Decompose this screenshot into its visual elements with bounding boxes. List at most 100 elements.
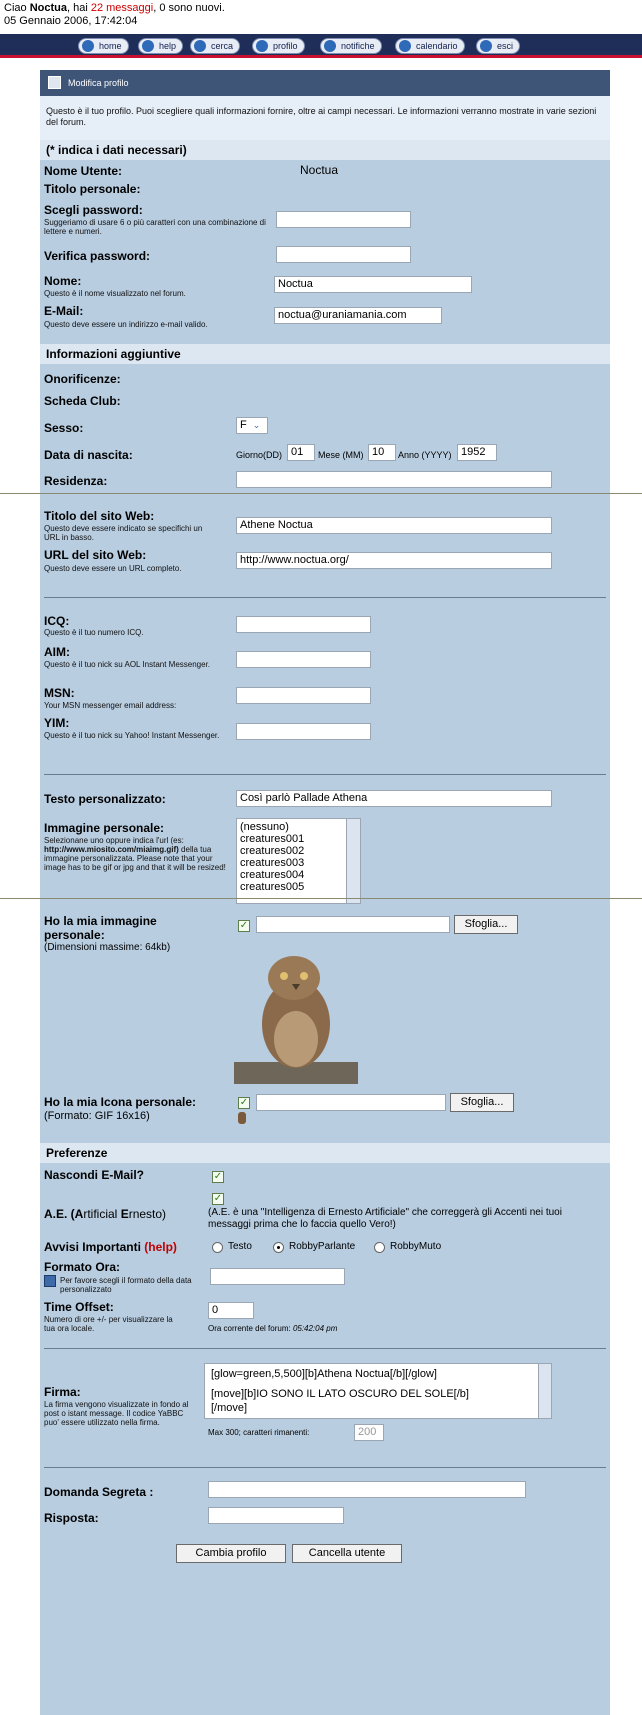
icq-input[interactable] xyxy=(236,616,371,633)
year-input[interactable]: 1952 xyxy=(457,444,497,461)
avatar-option[interactable]: creatures004 xyxy=(240,869,357,881)
own-image-checkbox[interactable]: ✓ xyxy=(238,920,250,932)
verify-password-input[interactable] xyxy=(276,246,411,263)
msn-hint: Your MSN messenger email address: xyxy=(44,701,177,710)
radio-robbyparlante[interactable] xyxy=(273,1242,284,1253)
site-url-hint: Questo deve essere un URL completo. xyxy=(44,564,182,573)
username-label: Nome Utente: xyxy=(44,164,123,178)
nav-label: notifiche xyxy=(341,41,375,51)
browse-icon-button[interactable]: Sfoglia... xyxy=(450,1093,514,1112)
max-chars-label: Max 300; caratteri rimanenti: xyxy=(208,1428,310,1437)
avatar-option[interactable]: creatures003 xyxy=(240,857,357,869)
nav-profile-button[interactable]: profilo xyxy=(252,38,305,54)
separator xyxy=(44,1348,606,1349)
signature-line: [move][b]IO SONO IL LATO OSCURO DEL SOLE… xyxy=(211,1388,469,1400)
panel-title: Modifica profilo xyxy=(68,78,129,88)
greeting-line: Ciao Noctua, hai 22 messaggi, 0 sono nuo… xyxy=(0,2,642,28)
forum-time: Ora corrente del forum: 05:42:04 pm xyxy=(208,1324,337,1333)
profile-edit-icon xyxy=(48,76,61,89)
nav-bar: home help cerca profilo notifiche calend… xyxy=(0,34,642,58)
nav-label: home xyxy=(99,41,122,51)
answer-input[interactable] xyxy=(208,1507,344,1524)
name-input[interactable]: Noctua xyxy=(274,276,472,293)
avatar-hint: Selezionane uno oppure indica l'url (es:… xyxy=(44,836,229,872)
yim-input[interactable] xyxy=(236,723,371,740)
signature-scrollbar[interactable] xyxy=(538,1364,551,1418)
logout-icon xyxy=(480,40,492,52)
owl-small-icon xyxy=(238,1112,246,1124)
alerts-label-text: Avvisi Importanti xyxy=(44,1240,141,1254)
signature-textarea[interactable]: [glow=green,5,500][b]Athena Noctua[/b][/… xyxy=(204,1363,552,1419)
sex-select[interactable]: F ⌄ xyxy=(236,417,268,434)
datetime: 05 Gennaio 2006, 17:42:04 xyxy=(4,15,138,27)
calendar-icon xyxy=(399,40,411,52)
birth-label: Data di nascita: xyxy=(44,448,133,462)
nav-label: cerca xyxy=(211,41,234,51)
radio-testo-label: Testo xyxy=(228,1241,252,1252)
messages-link[interactable]: 22 messaggi xyxy=(91,2,153,14)
site-url-input[interactable]: http://www.noctua.org/ xyxy=(236,552,552,569)
email-input[interactable]: noctua@uraniamania.com xyxy=(274,307,442,324)
nav-help-button[interactable]: help xyxy=(138,38,184,54)
time-format-input[interactable] xyxy=(210,1268,345,1285)
delete-user-button[interactable]: Cancella utente xyxy=(292,1544,402,1563)
avatar-hint-url: http://www.miosito.com/miaimg.gif) xyxy=(44,845,179,854)
secret-question-label: Domanda Segreta : xyxy=(44,1485,154,1499)
msn-input[interactable] xyxy=(236,687,371,704)
site-title-label: Titolo del sito Web: xyxy=(44,509,155,523)
avatar-option[interactable]: creatures002 xyxy=(240,845,357,857)
forum-time-value: 05:42:04 pm xyxy=(292,1324,338,1333)
nav-notifications-button[interactable]: notifiche xyxy=(320,38,382,54)
ae-checkbox[interactable]: ✓ xyxy=(212,1193,224,1205)
avatar-listbox[interactable]: (nessuno) creatures001 creatures002 crea… xyxy=(236,818,361,904)
password-hint: Suggeriamo di usare 6 o più caratteri co… xyxy=(44,218,266,236)
custom-text-input[interactable]: Così parlò Pallade Athena xyxy=(236,790,552,807)
help-icon xyxy=(142,40,154,52)
avatar-scrollbar[interactable] xyxy=(346,819,360,903)
own-icon-file-input[interactable] xyxy=(256,1094,446,1111)
email-label: E-Mail: xyxy=(44,304,84,318)
email-hint: Questo deve essere un indirizzo e-mail v… xyxy=(44,320,208,329)
home-icon xyxy=(82,40,94,52)
nav-calendar-button[interactable]: calendario xyxy=(395,38,465,54)
browse-image-button[interactable]: Sfoglia... xyxy=(454,915,518,934)
nav-logout-button[interactable]: esci xyxy=(476,38,521,54)
ae-label-part: A.E. ( xyxy=(44,1207,75,1221)
alerts-help-link[interactable]: (help) xyxy=(144,1240,177,1254)
avatar-option[interactable]: creatures005 xyxy=(240,881,357,893)
radio-robbymuto[interactable] xyxy=(374,1242,385,1253)
signature-label: Firma: xyxy=(44,1385,81,1399)
owl-avatar-image xyxy=(234,956,358,1084)
own-icon-label: Ho la mia Icona personale: xyxy=(44,1095,197,1109)
nav-search-button[interactable]: cerca xyxy=(190,38,241,54)
yim-label: YIM: xyxy=(44,716,70,730)
time-format-hint: Per favore scegli il formato della data … xyxy=(60,1276,192,1294)
time-offset-hint: Numero di ore +/- per visualizzare la tu… xyxy=(44,1315,173,1333)
separator xyxy=(44,597,606,598)
secret-question-input[interactable] xyxy=(208,1481,526,1498)
save-profile-button[interactable]: Cambia profilo xyxy=(176,1544,286,1563)
alerts-label: Avvisi Importanti (help) xyxy=(44,1240,177,1254)
site-title-input[interactable]: Athene Noctua xyxy=(236,517,552,534)
username-value: Noctua xyxy=(300,163,339,177)
password-input[interactable] xyxy=(276,211,411,228)
avatar-option[interactable]: creatures001 xyxy=(240,833,357,845)
month-input[interactable]: 10 xyxy=(368,444,396,461)
day-input[interactable]: 01 xyxy=(287,444,315,461)
username[interactable]: Noctua xyxy=(30,2,67,14)
own-icon-checkbox[interactable]: ✓ xyxy=(238,1097,250,1109)
time-offset-input[interactable]: 0 xyxy=(208,1302,254,1319)
avatar-option[interactable]: (nessuno) xyxy=(240,821,357,833)
site-url-label: URL del sito Web: xyxy=(44,548,147,562)
signature-line: [glow=green,5,500][b]Athena Noctua[/b][/… xyxy=(211,1368,437,1380)
hide-email-checkbox[interactable]: ✓ xyxy=(212,1171,224,1183)
sex-label: Sesso: xyxy=(44,421,84,435)
radio-testo[interactable] xyxy=(212,1242,223,1253)
own-icon-hint: (Formato: GIF 16x16) xyxy=(44,1110,150,1122)
aim-input[interactable] xyxy=(236,651,371,668)
own-image-file-input[interactable] xyxy=(256,916,450,933)
nav-home-button[interactable]: home xyxy=(78,38,129,54)
radio-robbyparlante-label: RobbyParlante xyxy=(289,1241,356,1252)
residence-input[interactable] xyxy=(236,471,552,488)
time-format-icon[interactable] xyxy=(44,1275,56,1287)
